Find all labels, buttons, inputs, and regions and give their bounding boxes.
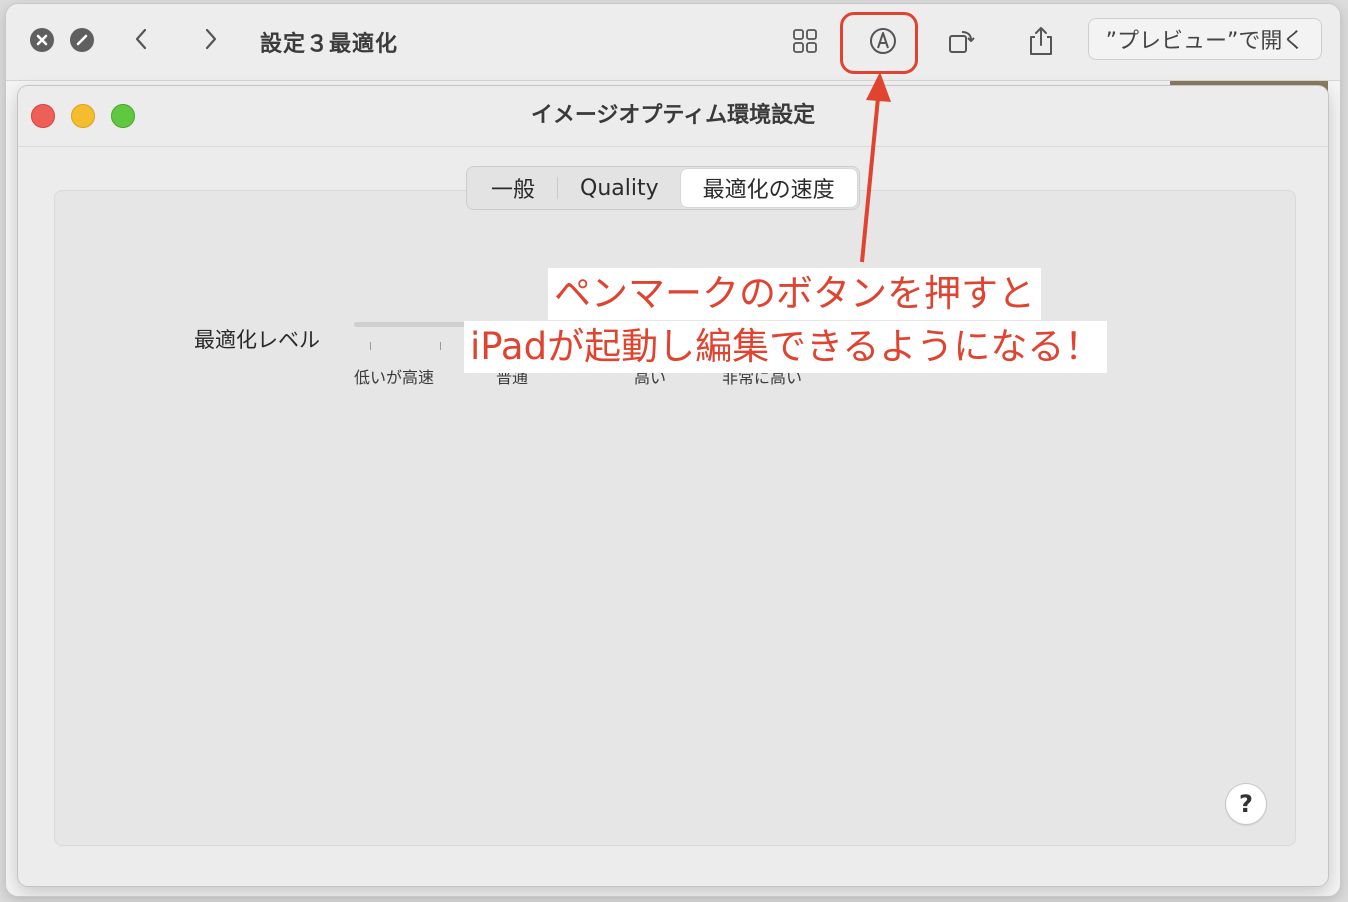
annotation-line-2: iPadが起動し編集できるようになる！ [464,321,1108,373]
annotation-arrow [860,72,891,263]
annotation-line-1: ペンマークのボタンを押すと [548,268,1041,320]
